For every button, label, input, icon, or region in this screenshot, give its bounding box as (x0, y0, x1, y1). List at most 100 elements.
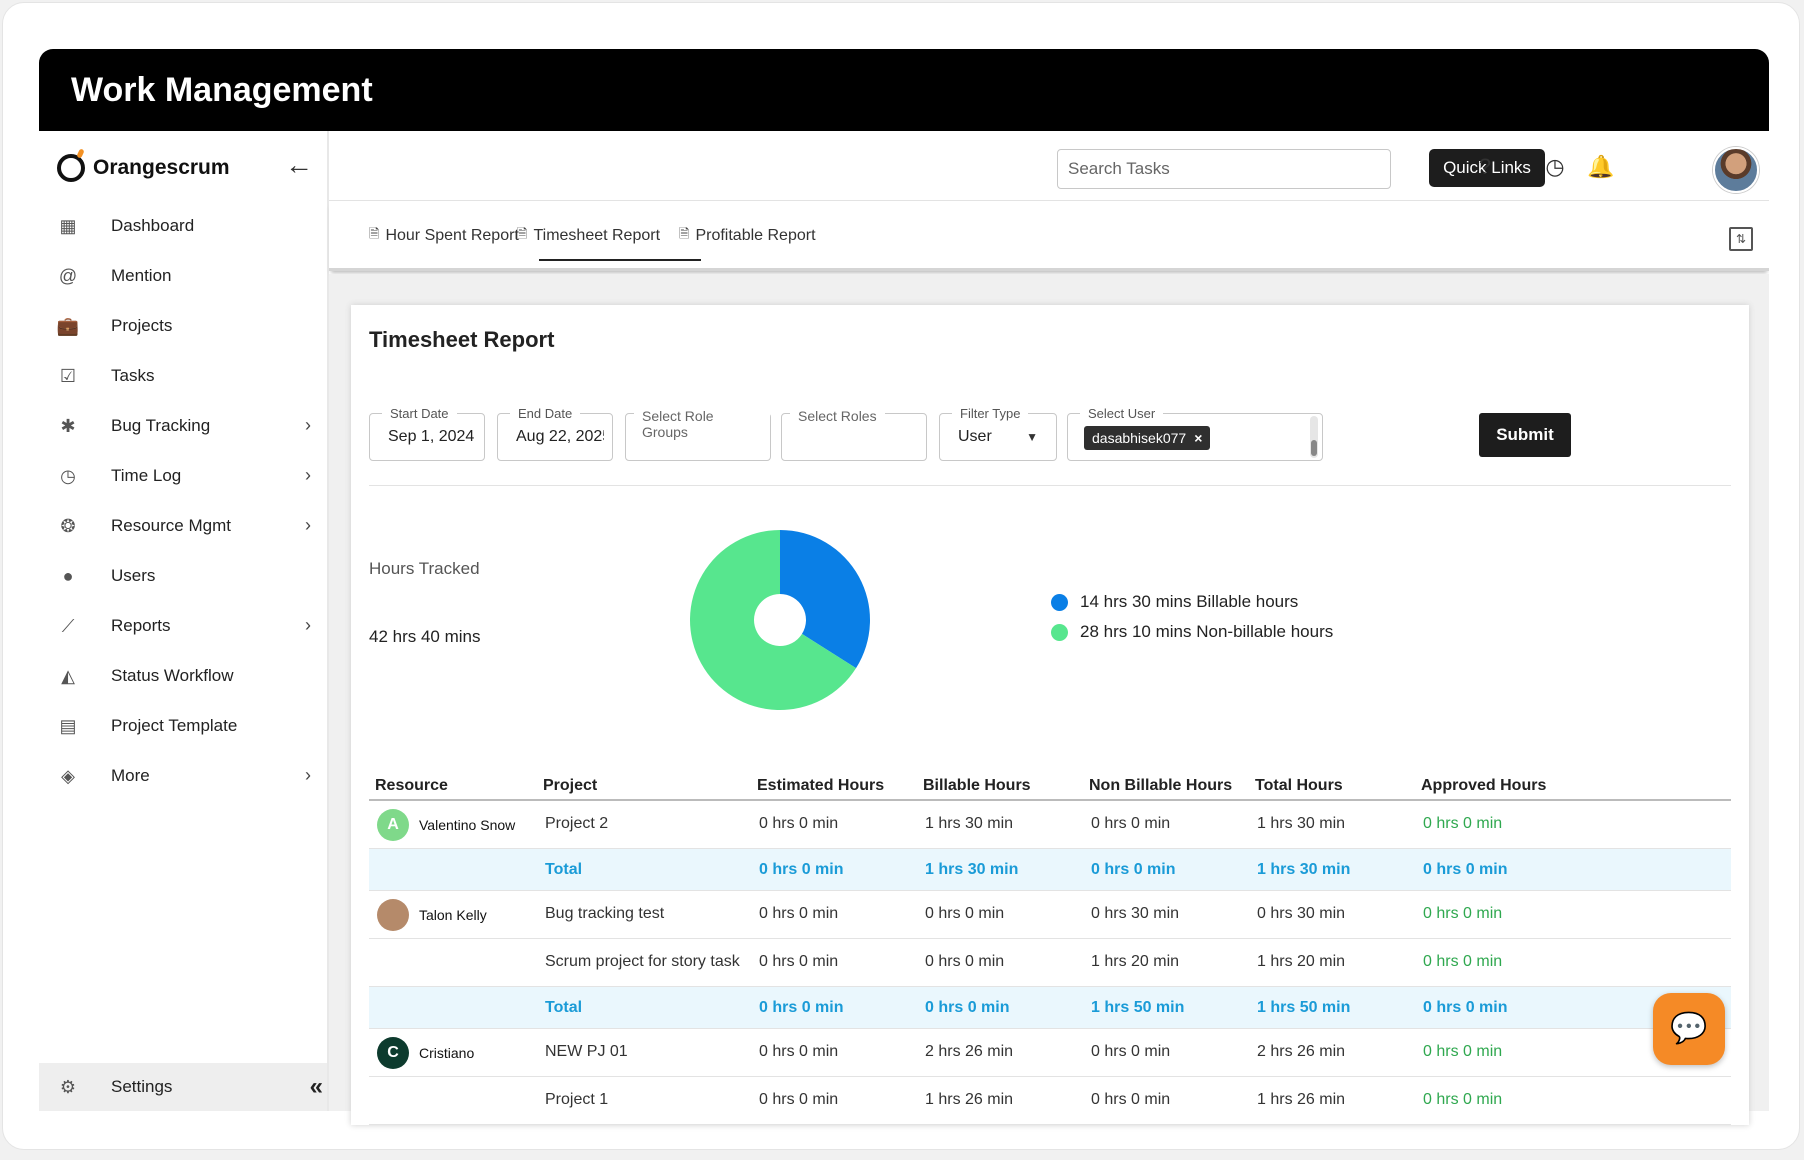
start-date-field[interactable]: Start Date Sep 1, 2024 (369, 406, 485, 461)
legend-dot-icon (1051, 623, 1068, 641)
help-icon[interactable]: ? (1471, 153, 1499, 181)
cell-billable: 0 hrs 0 min (925, 953, 1005, 970)
sidebar-item-projects[interactable]: 💼 Projects (39, 301, 327, 351)
legend-item-non-billable: 28 hrs 10 mins Non-billable hours (1051, 617, 1333, 647)
sidebar-item-label: Mention (111, 266, 172, 285)
table-row: Project 1 0 hrs 0 min 1 hrs 26 min 0 hrs 0 … (369, 1077, 1731, 1125)
scrollbar[interactable] (1310, 416, 1318, 458)
filter-type-select[interactable]: Filter Type User ▼ (939, 406, 1057, 461)
select-user-label: Select User (1080, 406, 1164, 421)
sidebar-item-reports[interactable]: ⟋ Reports › (39, 601, 327, 651)
column-header[interactable]: Total Hours (1255, 777, 1343, 795)
cell-non-billable: 0 hrs 0 min (1091, 1091, 1171, 1108)
roles-placeholder: Select Roles (790, 408, 885, 424)
tab-label: Hour Spent Report (385, 227, 519, 244)
submit-button[interactable]: Submit (1479, 413, 1571, 457)
timesheet-table: Resource Project Estimated Hours Billable H… (369, 765, 1731, 1125)
end-date-field[interactable]: End Date Aug 22, 2025 (497, 406, 613, 461)
tab-hour-spent-report[interactable]: 🗎 Hour Spent Report (369, 225, 519, 247)
cell-billable: 1 hrs 30 min (925, 861, 1019, 878)
cell-project: Scrum project for story task (545, 953, 740, 970)
cell-approved: 0 hrs 0 min (1423, 905, 1503, 922)
bell-icon[interactable]: 🔔 (1587, 153, 1615, 181)
cell-approved: 0 hrs 0 min (1423, 953, 1503, 970)
expand-icon[interactable]: ⇅ (1729, 227, 1753, 251)
cell-approved: 0 hrs 0 min (1423, 861, 1508, 878)
role-groups-select[interactable]: Select Role Groups (625, 408, 771, 461)
sidebar-item-project-template[interactable]: ▤ Project Template (39, 701, 327, 751)
resource-icon: ❂ (60, 515, 76, 536)
sidebar-item-dashboard[interactable]: ▦ Dashboard (39, 201, 327, 251)
orangescrum-logo-icon (57, 154, 85, 182)
cell-project: Project 2 (545, 815, 609, 832)
chart-legend: 14 hrs 30 mins Billable hours 28 hrs 10 … (1051, 587, 1333, 647)
sidebar-item-settings[interactable]: ⚙ Settings « (39, 1063, 327, 1111)
search-input[interactable]: Search Tasks (1057, 149, 1391, 189)
cell-non-billable: 0 hrs 0 min (1091, 861, 1176, 878)
sidebar-item-label: Tasks (111, 366, 155, 385)
user-icon: ● (62, 565, 74, 586)
column-header[interactable]: Resource (375, 777, 448, 795)
avatar: A (377, 809, 409, 841)
sidebar-item-label: Settings (111, 1077, 173, 1096)
table-body: A Valentino Snow Project 2 0 hrs 0 min 1 hrs… (369, 801, 1731, 1125)
chat-icon[interactable]: 💬 (1653, 993, 1725, 1065)
cell-non-billable: 0 hrs 0 min (1091, 815, 1171, 832)
cell-project: Total (545, 861, 583, 878)
back-arrow-icon[interactable]: ← (285, 149, 313, 181)
selected-user-chip[interactable]: dasabhisek077 × (1084, 426, 1211, 450)
resource-name: Valentino Snow (419, 817, 516, 833)
column-header[interactable]: Project (543, 777, 597, 795)
select-user-field[interactable]: Select User dasabhisek077 × (1067, 406, 1323, 461)
role-groups-placeholder: Select Role Groups (634, 408, 770, 440)
sidebar-item-label: Reports (111, 616, 171, 635)
divider (369, 485, 1731, 486)
column-header[interactable]: Billable Hours (923, 777, 1031, 795)
sidebar-item-mention[interactable]: @ Mention (39, 251, 327, 301)
app-frame: Work Management Orangescrum ← ▦ Dashboard… (2, 2, 1800, 1150)
sidebar-item-resource-mgmt[interactable]: ❂ Resource Mgmt › (39, 501, 327, 551)
table-row: Talon Kelly Bug tracking test 0 hrs 0 min 0… (369, 891, 1731, 939)
sidebar-item-users[interactable]: ● Users (39, 551, 327, 601)
report-panel: Timesheet Report Start Date Sep 1, 2024 … (351, 305, 1749, 1125)
clock-icon[interactable]: ◷ (1541, 153, 1569, 181)
sidebar-item-time-log[interactable]: ◷ Time Log › (39, 451, 327, 501)
column-header[interactable]: Estimated Hours (757, 777, 884, 795)
table-total-row: Total 0 hrs 0 min 1 hrs 30 min 0 hrs 0 min 1… (369, 849, 1731, 891)
document-icon: 🗎 (679, 226, 690, 241)
bug-icon: ✱ (60, 415, 76, 436)
trend-icon: ⟋ (61, 615, 75, 636)
topbar: Search Tasks Quick Links ? ◷ 🔔 (329, 131, 1769, 201)
column-header[interactable]: Non Billable Hours (1089, 777, 1232, 795)
remove-chip-icon[interactable]: × (1194, 430, 1202, 446)
document-icon: 🗎 (517, 226, 528, 241)
sidebar-nav: ▦ Dashboard @ Mention 💼 Projects ☑ Tasks ✱ Bug Tr… (39, 201, 327, 801)
legend-label: 28 hrs 10 mins Non-billable hours (1080, 622, 1334, 641)
cell-approved: 0 hrs 0 min (1423, 1043, 1503, 1060)
cell-estimated: 0 hrs 0 min (759, 1043, 839, 1060)
chip-label: dasabhisek077 (1092, 430, 1187, 446)
cell-estimated: 0 hrs 0 min (759, 1091, 839, 1108)
cell-total: 1 hrs 30 min (1257, 861, 1351, 878)
sidebar-item-more[interactable]: ◈ More › (39, 751, 327, 801)
cell-non-billable: 0 hrs 0 min (1091, 1043, 1171, 1060)
sidebar-item-tasks[interactable]: ☑ Tasks (39, 351, 327, 401)
brand[interactable]: Orangescrum (57, 145, 230, 191)
active-tab-indicator (539, 259, 701, 261)
sidebar-item-status-workflow[interactable]: ◭ Status Workflow (39, 651, 327, 701)
cell-billable: 0 hrs 0 min (925, 905, 1005, 922)
avatar (377, 899, 409, 931)
chevron-down-icon: ▼ (1026, 430, 1038, 444)
roles-select[interactable]: Select Roles (781, 408, 927, 461)
tab-label: Profitable Report (695, 227, 816, 244)
cell-estimated: 0 hrs 0 min (759, 905, 839, 922)
cell-estimated: 0 hrs 0 min (759, 953, 839, 970)
legend-dot-icon (1051, 593, 1068, 611)
column-header[interactable]: Approved Hours (1421, 777, 1546, 795)
tab-profitable-report[interactable]: 🗎 Profitable Report (679, 225, 816, 247)
sidebar-item-bug-tracking[interactable]: ✱ Bug Tracking › (39, 401, 327, 451)
tab-timesheet-report[interactable]: 🗎 Timesheet Report (517, 225, 660, 247)
sidebar-item-label: Bug Tracking (111, 416, 211, 435)
collapse-sidebar-icon[interactable]: « (310, 1073, 323, 1101)
user-avatar[interactable] (1713, 147, 1759, 193)
